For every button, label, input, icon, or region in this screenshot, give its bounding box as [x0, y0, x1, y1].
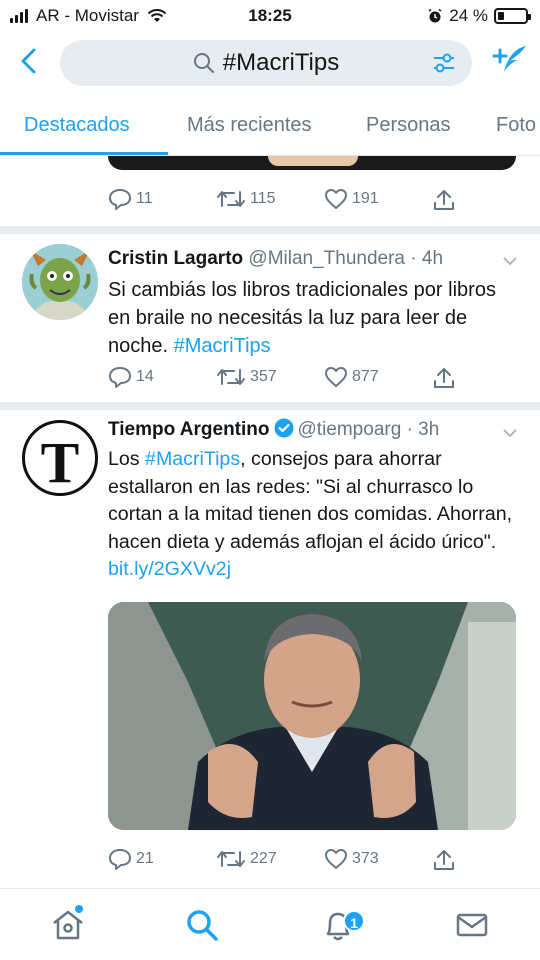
- heart-icon: [325, 189, 347, 209]
- home-new-dot: [75, 905, 83, 913]
- lizard-avatar-image: [22, 244, 98, 320]
- retweet-icon: [217, 851, 245, 867]
- tweet-actions: 11 115 191: [108, 188, 468, 216]
- tweet-text: Los #MacriTips, consejos para ahorrar es…: [108, 446, 518, 584]
- search-icon[interactable]: [184, 907, 220, 943]
- tweet-photo[interactable]: [108, 602, 516, 830]
- tab-personas[interactable]: Personas: [366, 114, 451, 137]
- tweet-text: Si cambiás los libros tradicionales por …: [108, 276, 518, 360]
- search-icon: [193, 53, 214, 73]
- tab-fotos[interactable]: Foto: [496, 114, 536, 137]
- reply-count: 21: [136, 850, 154, 867]
- reply-icon: [109, 367, 131, 388]
- tweet-header: Tiempo Argentino @tiempoarg · 3h: [108, 418, 439, 441]
- filter-icon[interactable]: [432, 52, 456, 74]
- share-icon[interactable]: [432, 848, 456, 872]
- tab-mas-recientes[interactable]: Más recientes: [187, 114, 312, 137]
- search-input[interactable]: #MacriTips: [60, 40, 472, 86]
- heart-icon: [325, 849, 347, 869]
- tweet-media[interactable]: [108, 156, 516, 170]
- battery-percent: 24 %: [449, 6, 488, 25]
- avatar[interactable]: T: [22, 420, 98, 496]
- tweet-item[interactable]: Cristin Lagarto @Milan_Thundera · 4h Si …: [0, 234, 540, 402]
- tweet-item[interactable]: T Tiempo Argentino @tiempoarg · 3h Los #M…: [0, 410, 540, 888]
- politician-photo-image: [108, 602, 516, 830]
- retweet-icon: [217, 369, 245, 385]
- retweet-button[interactable]: 357: [216, 366, 277, 388]
- reply-count: 14: [136, 368, 154, 385]
- reply-button[interactable]: 21: [108, 848, 154, 870]
- chevron-down-icon[interactable]: [502, 256, 518, 266]
- status-right: 24 %: [427, 6, 531, 26]
- author-name[interactable]: Tiempo Argentino: [108, 419, 270, 440]
- back-arrow-icon[interactable]: [14, 44, 44, 78]
- chevron-down-icon[interactable]: [502, 428, 518, 438]
- avatar[interactable]: [22, 244, 98, 320]
- tweet-text-body: Los: [108, 448, 146, 470]
- author-handle[interactable]: @tiempoarg: [298, 419, 402, 440]
- like-count: 877: [352, 368, 379, 385]
- reply-button[interactable]: 11: [108, 188, 153, 210]
- divider: [0, 226, 540, 234]
- reply-icon: [109, 189, 131, 210]
- battery-icon: [494, 8, 531, 24]
- active-tab-indicator: [0, 152, 168, 155]
- heart-icon: [325, 367, 347, 387]
- tweet-time: · 3h: [406, 419, 440, 440]
- hashtag-link[interactable]: #MacriTips: [174, 335, 271, 357]
- tweet-actions: 21 227 373: [108, 848, 468, 876]
- tweet-time: · 4h: [410, 248, 444, 269]
- like-count: 191: [352, 190, 379, 207]
- reply-count: 11: [136, 190, 153, 207]
- alarm-icon: [428, 8, 442, 23]
- verified-badge-icon: [274, 418, 293, 438]
- retweet-button[interactable]: 115: [216, 188, 276, 210]
- retweet-icon: [217, 191, 245, 207]
- search-query: #MacriTips: [222, 49, 340, 76]
- messages-icon[interactable]: [454, 907, 490, 943]
- url-link[interactable]: bit.ly/2GXVv2j: [108, 558, 231, 580]
- like-button[interactable]: 191: [324, 188, 379, 210]
- retweet-count: 115: [250, 190, 276, 207]
- author-handle[interactable]: @Milan_Thundera: [248, 248, 405, 269]
- compose-tweet-icon[interactable]: [490, 42, 530, 78]
- like-button[interactable]: 877: [324, 366, 379, 388]
- status-bar: AR - Movistar 18:25 24 %: [0, 0, 540, 34]
- share-icon[interactable]: [432, 188, 456, 212]
- search-inner: #MacriTips: [60, 40, 472, 86]
- share-icon[interactable]: [432, 366, 456, 390]
- like-button[interactable]: 373: [324, 848, 379, 870]
- tweet-actions: 14 357 877: [108, 366, 468, 394]
- retweet-count: 227: [250, 850, 277, 867]
- reply-button[interactable]: 14: [108, 366, 154, 388]
- tweet-text-body: Si cambiás los libros tradicionales por …: [108, 279, 496, 357]
- hashtag-link[interactable]: #MacriTips: [145, 448, 240, 470]
- search-header: #MacriTips: [0, 34, 540, 90]
- search-tabs: Destacados Más recientes Personas Foto: [0, 96, 540, 156]
- divider: [0, 402, 540, 410]
- tweet-header: Cristin Lagarto @Milan_Thundera · 4h: [108, 248, 443, 270]
- like-count: 373: [352, 850, 379, 867]
- avatar-letter: T: [40, 430, 80, 495]
- author-name[interactable]: Cristin Lagarto: [108, 248, 243, 269]
- tab-destacados[interactable]: Destacados: [24, 114, 130, 137]
- retweet-count: 357: [250, 368, 277, 385]
- retweet-button[interactable]: 227: [216, 848, 277, 870]
- battery-fill: [498, 12, 505, 20]
- tweet-feed[interactable]: 11 115 191 Cristin Lagarto @Milan_Thunde…: [0, 156, 540, 888]
- notification-badge: 1: [343, 910, 365, 932]
- bottom-nav: [0, 888, 540, 960]
- reply-icon: [109, 849, 131, 870]
